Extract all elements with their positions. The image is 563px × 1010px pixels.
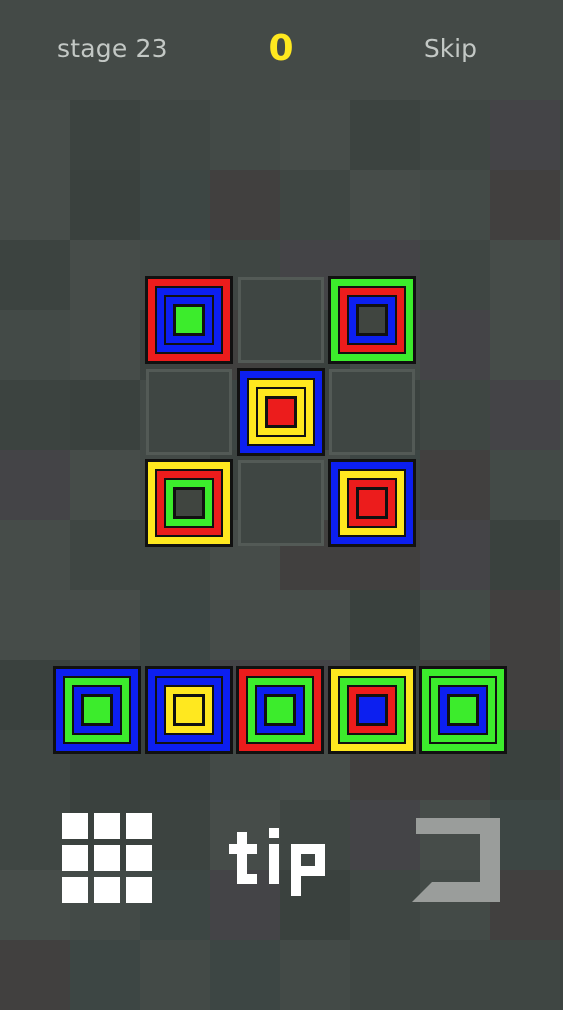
board-tile[interactable] bbox=[328, 276, 416, 364]
empty-board-cell[interactable] bbox=[146, 369, 232, 455]
grid-icon-square bbox=[62, 813, 88, 839]
tray-piece[interactable] bbox=[419, 666, 507, 754]
skip-button[interactable]: Skip bbox=[424, 34, 477, 63]
undo-button[interactable] bbox=[410, 812, 504, 906]
empty-board-cell[interactable] bbox=[238, 277, 324, 363]
tile-core bbox=[174, 305, 204, 335]
tray-piece[interactable] bbox=[328, 666, 416, 754]
grid-icon-square bbox=[94, 845, 120, 871]
empty-board-cell[interactable] bbox=[329, 369, 415, 455]
grid-icon-square bbox=[94, 877, 120, 903]
grid-icon-square bbox=[126, 813, 152, 839]
tray-piece[interactable] bbox=[53, 666, 141, 754]
board-tile[interactable] bbox=[237, 368, 325, 456]
undo-corner-icon bbox=[412, 818, 500, 902]
tip-button[interactable]: tip bbox=[227, 826, 337, 896]
tile-core bbox=[174, 488, 204, 518]
grid-icon-square bbox=[62, 877, 88, 903]
board-tile[interactable] bbox=[145, 276, 233, 364]
empty-board-cell[interactable] bbox=[238, 460, 324, 546]
tray-piece[interactable] bbox=[236, 666, 324, 754]
top-bar: stage 23 0 Skip bbox=[0, 0, 563, 100]
board-tile[interactable] bbox=[328, 459, 416, 547]
tile-core bbox=[448, 695, 478, 725]
grid-icon-square bbox=[126, 845, 152, 871]
grid-icon-square bbox=[94, 813, 120, 839]
tile-core bbox=[174, 695, 204, 725]
tile-core bbox=[266, 397, 296, 427]
tile-core bbox=[265, 695, 295, 725]
board-tile[interactable] bbox=[145, 459, 233, 547]
tile-core bbox=[357, 695, 387, 725]
score-counter: 0 bbox=[268, 28, 294, 69]
tip-text-icon bbox=[229, 828, 325, 896]
level-select-button[interactable] bbox=[62, 813, 152, 903]
stage-label: stage 23 bbox=[57, 34, 168, 63]
tile-core bbox=[357, 305, 387, 335]
grid-icon-square bbox=[62, 845, 88, 871]
tile-core bbox=[82, 695, 112, 725]
grid-icon-square bbox=[126, 877, 152, 903]
tray-piece[interactable] bbox=[145, 666, 233, 754]
tile-core bbox=[357, 488, 387, 518]
